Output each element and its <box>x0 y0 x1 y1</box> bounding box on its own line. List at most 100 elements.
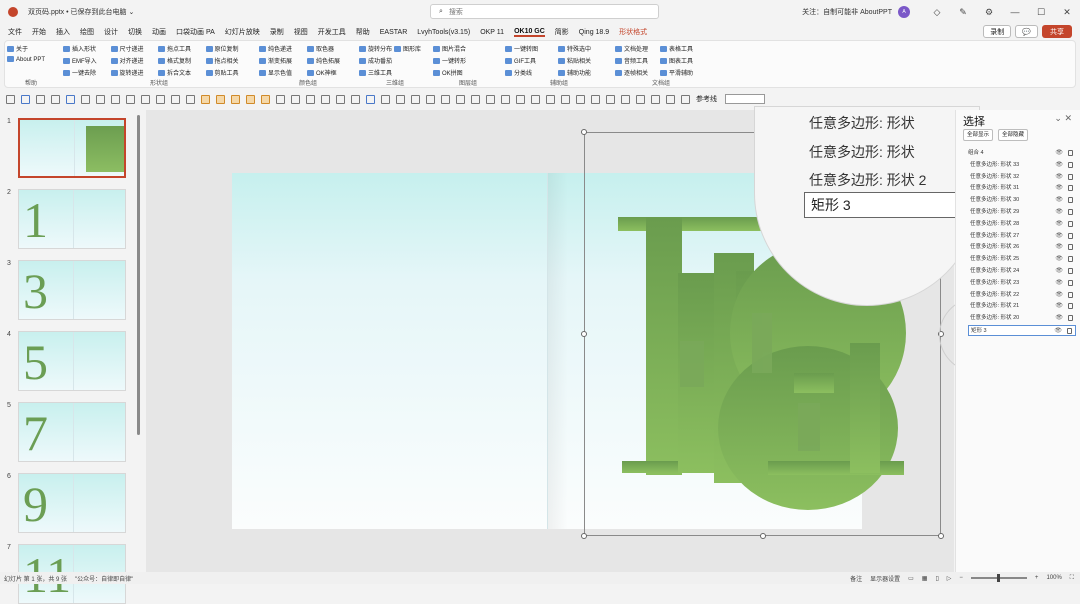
chevron-down-icon[interactable]: ⌄ <box>1054 113 1062 123</box>
reading-view-icon[interactable]: ▯ <box>935 575 938 582</box>
slide-thumbnail[interactable]: 3 <box>18 260 126 320</box>
ribbon-button[interactable]: About PPT <box>7 56 45 63</box>
avatar[interactable]: A <box>898 6 910 18</box>
comment-icon[interactable]: 💬 <box>1015 25 1038 38</box>
layer-row[interactable]: 任意多边形: 形状 26 👁 <box>968 242 1076 253</box>
layer-row[interactable]: 任意多边形: 形状 20 👁 <box>968 313 1076 324</box>
toolbar-tool-icon[interactable] <box>66 94 75 104</box>
normal-view-icon[interactable]: ▭ <box>908 575 914 582</box>
zoom-knob[interactable] <box>996 574 1000 582</box>
resize-handle[interactable] <box>938 533 944 539</box>
toolbar-tool-icon[interactable] <box>36 94 45 104</box>
layer-row[interactable]: 任意多边形: 形状 25 👁 <box>968 254 1076 265</box>
toolbar-tool-icon[interactable] <box>351 94 360 104</box>
lock-icon[interactable] <box>1068 256 1073 263</box>
ribbon-button[interactable]: 拖点工具 <box>158 44 191 53</box>
toolbar-tool-icon[interactable] <box>426 94 435 104</box>
menu-tab[interactable]: 插入 <box>56 27 70 37</box>
ribbon-button[interactable]: 分类线 <box>505 68 532 77</box>
ribbon-button[interactable]: 特殊选中 <box>558 44 591 53</box>
toolbar-tool-icon[interactable] <box>171 94 180 104</box>
toolbar-dropdown[interactable] <box>725 94 765 104</box>
toolbar-tool-icon[interactable] <box>636 94 645 104</box>
ribbon-button[interactable]: 图形库 <box>394 44 421 53</box>
lock-icon[interactable] <box>1068 161 1073 168</box>
slideshow-icon[interactable]: ▷ <box>947 575 952 582</box>
toolbar-tool-icon[interactable] <box>456 94 465 104</box>
slide-thumbnail[interactable] <box>18 118 126 178</box>
lock-icon[interactable] <box>1068 220 1073 227</box>
ribbon-button[interactable]: 三维工具 <box>359 68 392 77</box>
close-icon[interactable]: ✕ <box>1054 7 1080 18</box>
eye-icon[interactable]: 👁 <box>1055 195 1063 206</box>
toolbar-tool-icon[interactable] <box>306 94 315 104</box>
ribbon-button[interactable]: 原位复制 <box>205 44 239 53</box>
toolbar-tool-icon[interactable] <box>6 94 15 104</box>
toolbar-tool-icon[interactable] <box>246 94 255 104</box>
eye-icon[interactable]: 👁 <box>1055 183 1063 194</box>
toolbar-tool-icon[interactable] <box>411 94 420 104</box>
menu-tab[interactable]: 幻灯片放映 <box>225 27 260 37</box>
layer-row[interactable]: 任意多边形: 形状 30 👁 <box>968 195 1076 206</box>
resize-handle[interactable] <box>760 533 766 539</box>
ribbon-button[interactable]: 对齐递进 <box>110 56 144 65</box>
slide-thumbnail[interactable]: 5 <box>18 331 126 391</box>
ribbon-button[interactable]: 格式复制 <box>158 56 191 65</box>
lock-icon[interactable] <box>1068 279 1073 286</box>
lock-icon[interactable] <box>1068 185 1073 192</box>
toolbar-tool-icon[interactable] <box>201 94 210 104</box>
settings-icon[interactable]: ⚙ <box>976 7 1002 18</box>
menu-tab[interactable]: 形状格式 <box>619 27 647 37</box>
toolbar-tool-icon[interactable] <box>516 94 525 104</box>
layer-row[interactable]: 任意多边形: 形状 31 👁 <box>968 183 1076 194</box>
toolbar-tool-icon[interactable] <box>531 94 540 104</box>
show-all-button[interactable]: 全部显示 <box>963 129 994 141</box>
eye-icon[interactable]: 👁 <box>1055 160 1063 171</box>
toolbar-tool-icon[interactable] <box>591 94 600 104</box>
lock-icon[interactable] <box>1068 268 1073 274</box>
menu-tab[interactable]: 动画 <box>152 27 166 37</box>
menu-tab[interactable]: EASTAR <box>380 29 408 36</box>
layer-row[interactable]: 任意多边形: 形状 23 👁 <box>968 278 1076 289</box>
ribbon-button[interactable]: 拖点相关 <box>205 56 239 65</box>
toolbar-tool-icon[interactable] <box>51 94 60 104</box>
menu-tab[interactable]: 绘图 <box>80 27 94 37</box>
toolbar-tool-icon[interactable] <box>21 94 30 104</box>
ribbon-button[interactable]: 关于 <box>7 44 28 53</box>
lock-icon[interactable] <box>1068 291 1073 298</box>
layer-row[interactable]: 任意多边形: 形状 33 👁 <box>968 160 1076 171</box>
ribbon-button[interactable]: 表格工具 <box>660 44 693 53</box>
ribbon-button[interactable]: 旋转递进 <box>110 68 144 77</box>
eye-icon[interactable]: 👁 <box>1055 207 1063 218</box>
toolbar-tool-icon[interactable] <box>561 94 570 104</box>
ribbon-button[interactable]: OK神框 <box>307 68 337 77</box>
toolbar-tool-icon[interactable] <box>96 94 105 104</box>
record-button[interactable]: 录制 <box>983 25 1012 38</box>
resize-handle[interactable] <box>581 129 587 135</box>
menu-tab[interactable]: 视图 <box>294 27 308 37</box>
menu-tab[interactable]: Qing 18.9 <box>579 29 609 36</box>
menu-tab[interactable]: LvyhTools(v3.15) <box>417 29 470 36</box>
toolbar-tool-icon[interactable] <box>651 94 660 104</box>
diamond-icon[interactable]: ◇ <box>924 7 950 18</box>
file-name[interactable]: 双页码.pptx • 已保存到此台电脑 ⌄ <box>28 7 134 17</box>
toolbar-tool-icon[interactable] <box>621 94 630 104</box>
toolbar-tool-icon[interactable] <box>486 94 495 104</box>
menu-tab[interactable]: 开始 <box>32 27 46 37</box>
layer-row[interactable]: 任意多边形: 形状 22 👁 <box>968 290 1076 301</box>
ribbon-button[interactable]: EMF导入 <box>63 56 97 65</box>
toolbar-tool-icon[interactable] <box>216 94 225 104</box>
toolbar-tool-icon[interactable] <box>231 94 240 104</box>
ribbon-button[interactable]: 尺寸递进 <box>110 44 144 53</box>
ribbon-button[interactable]: 图片混合 <box>433 44 466 53</box>
toolbar-tool-icon[interactable] <box>261 94 270 104</box>
reference-line-checkbox[interactable] <box>681 94 690 104</box>
toolbar-tool-icon[interactable] <box>276 94 285 104</box>
resize-handle[interactable] <box>581 331 587 337</box>
eye-icon[interactable]: 👁 <box>1054 326 1062 337</box>
notes-button[interactable]: 备注 <box>850 574 862 583</box>
ribbon-button[interactable]: OK拼图 <box>433 68 463 77</box>
ribbon-button[interactable]: 文档处理 <box>615 44 648 53</box>
pen-icon[interactable]: ✎ <box>950 7 976 18</box>
toolbar-tool-icon[interactable] <box>441 94 450 104</box>
